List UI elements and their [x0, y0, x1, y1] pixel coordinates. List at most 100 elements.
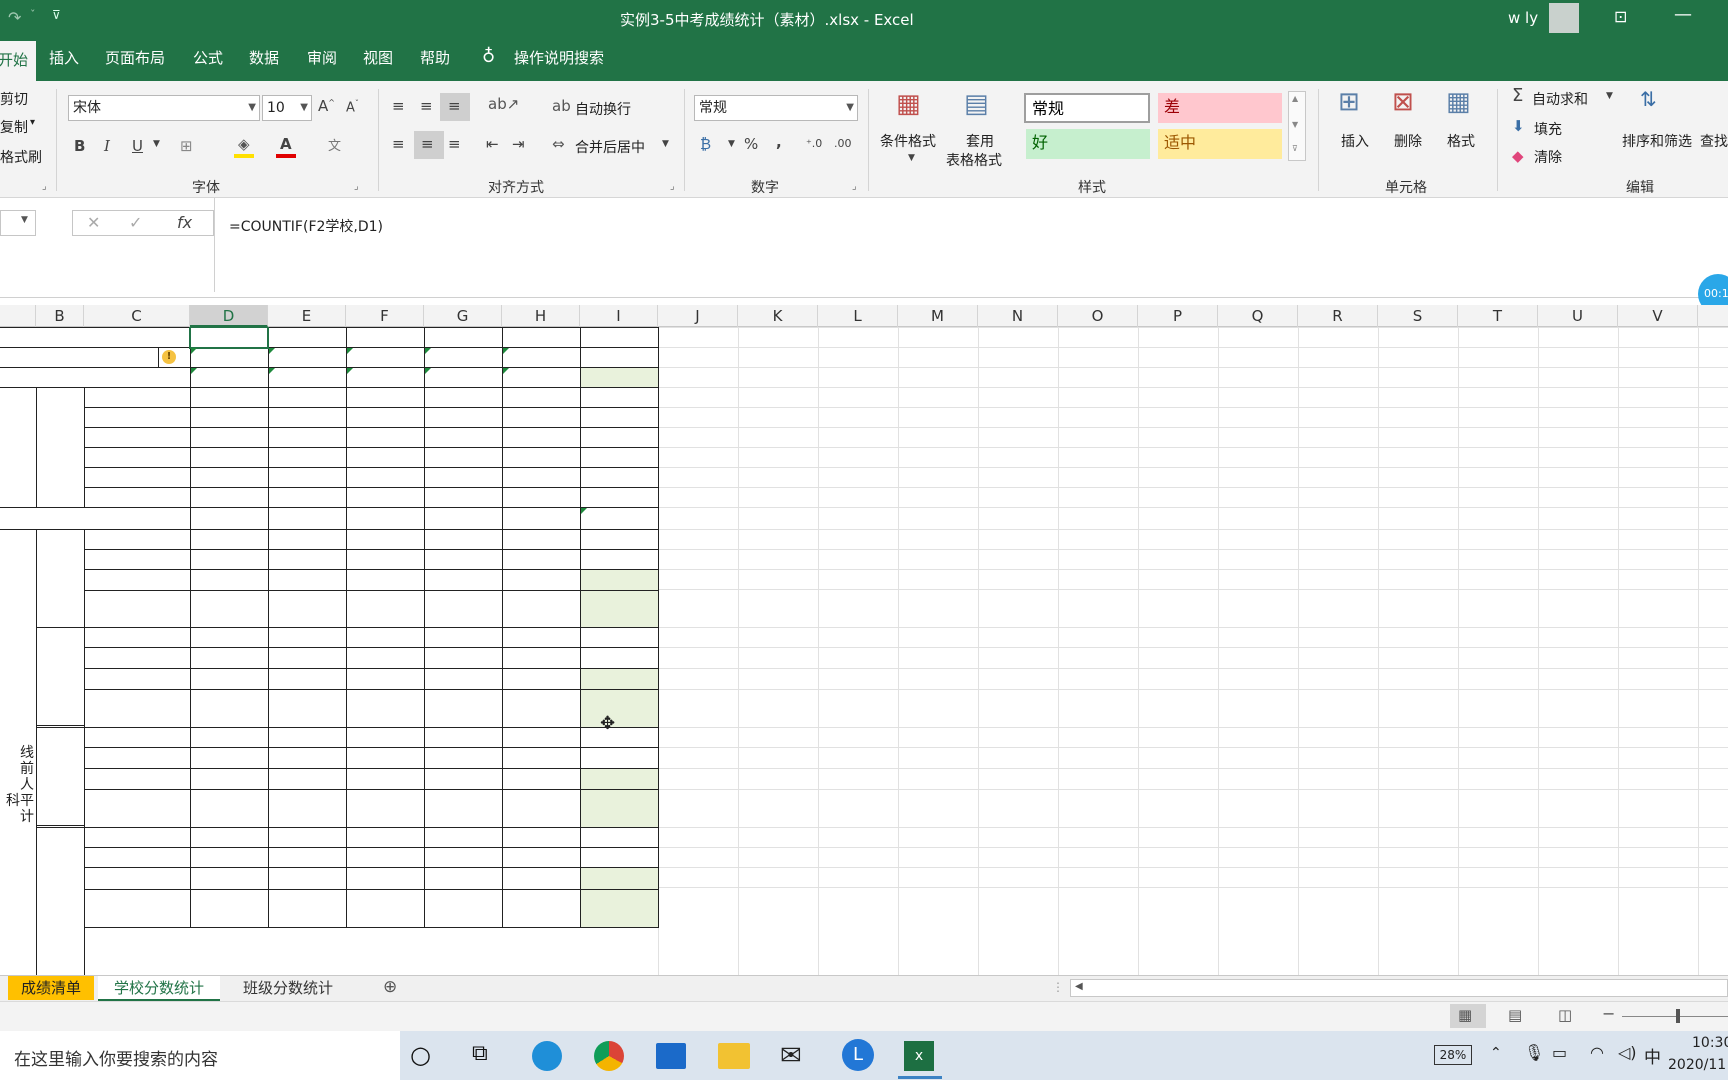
total-value-cell[interactable] — [580, 507, 659, 530]
chrome-icon[interactable] — [594, 1041, 624, 1071]
rank-value-cell[interactable] — [268, 427, 347, 448]
subject-value-cell[interactable] — [346, 668, 425, 690]
rank-value-cell[interactable] — [190, 447, 269, 468]
decrease-font-icon[interactable]: Aˇ — [346, 99, 359, 115]
subject-value-cell[interactable] — [424, 889, 503, 928]
align-left-icon[interactable]: ≡ — [392, 135, 405, 153]
subject-value-cell[interactable] — [424, 789, 503, 828]
subject-value-cell[interactable] — [346, 827, 425, 848]
power-icon[interactable]: ▭ — [1552, 1043, 1567, 1062]
subject-value-cell[interactable] — [268, 689, 347, 728]
sheet-tab[interactable]: 成绩清单 — [8, 976, 94, 1000]
dialog-launcher-icon[interactable]: ⌟ — [852, 181, 857, 192]
font-size-combo[interactable]: 10 ▼ — [262, 95, 312, 121]
format-painter-button[interactable]: 格式刷 — [0, 147, 42, 167]
subject-value-cell[interactable] — [502, 889, 581, 928]
tab-formulas[interactable]: 公式 — [193, 36, 223, 81]
rank-value-cell[interactable] — [424, 467, 503, 488]
chevron-down-icon[interactable]: ▼ — [1606, 91, 1613, 101]
dialog-launcher-icon[interactable]: ⌟ — [354, 181, 359, 192]
subject-row-label[interactable] — [84, 549, 191, 570]
insert-cells-button[interactable]: 插入 — [1341, 131, 1369, 151]
rank-label-cell[interactable] — [84, 487, 191, 508]
subject-value-cell[interactable] — [190, 668, 269, 690]
count-cell[interactable] — [346, 347, 425, 368]
subject-value-cell[interactable] — [502, 727, 581, 748]
subject-value-cell[interactable] — [580, 747, 659, 769]
total-value-cell[interactable] — [190, 507, 269, 530]
subject-value-cell[interactable] — [424, 647, 503, 669]
format-table-button-line2[interactable]: 表格格式 — [946, 150, 1002, 170]
subject-value-cell[interactable] — [502, 529, 581, 550]
cut-button[interactable]: 剪切 — [0, 89, 28, 109]
subject-value-cell[interactable] — [502, 747, 581, 769]
rank-value-cell[interactable] — [502, 467, 581, 488]
conditional-format-button[interactable]: 条件格式 — [880, 131, 936, 151]
subject-value-cell[interactable] — [346, 768, 425, 790]
copy-button[interactable]: 复制 — [0, 117, 28, 137]
name-box[interactable]: ▼ — [0, 210, 36, 236]
rank-value-cell[interactable] — [346, 427, 425, 448]
rank-value-cell[interactable] — [268, 467, 347, 488]
subject-value-cell[interactable] — [190, 827, 269, 848]
redo-icon[interactable]: ↷ — [8, 8, 21, 27]
subject-value-cell[interactable] — [190, 529, 269, 550]
sort-filter-button[interactable]: 排序和筛选 — [1622, 131, 1692, 151]
merge-center-button[interactable]: 合并后居中 — [575, 137, 645, 157]
subject-value-cell[interactable] — [580, 549, 659, 570]
wrap-text-button[interactable]: 自动换行 — [575, 99, 631, 119]
subject-value-cell[interactable] — [502, 647, 581, 669]
subject-row-label[interactable] — [84, 768, 191, 790]
subject-value-cell[interactable] — [580, 847, 659, 868]
edge-icon[interactable] — [532, 1041, 562, 1071]
subject-row-label[interactable] — [84, 847, 191, 868]
subject-value-cell[interactable] — [502, 668, 581, 690]
subject-value-cell[interactable] — [190, 789, 269, 828]
increase-font-icon[interactable]: A^ — [318, 97, 335, 115]
warning-icon[interactable]: ! — [162, 350, 176, 364]
align-right-icon[interactable]: ≡ — [448, 135, 461, 153]
underline-icon[interactable]: U — [132, 137, 143, 155]
tab-help[interactable]: 帮助 — [420, 36, 450, 81]
avg-cell[interactable] — [580, 367, 659, 388]
font-name-combo[interactable]: 宋体 ▼ — [68, 95, 260, 121]
subject-value-cell[interactable] — [346, 627, 425, 648]
tab-insert[interactable]: 插入 — [49, 36, 79, 81]
column-header[interactable]: O — [1058, 305, 1138, 327]
count-cell[interactable] — [268, 347, 347, 368]
column-header[interactable]: Q — [1218, 305, 1298, 327]
customize-qat-icon[interactable]: ⊽ — [52, 8, 61, 22]
rank-value-cell[interactable] — [346, 467, 425, 488]
zoom-slider[interactable] — [1622, 1016, 1728, 1017]
clock-time[interactable]: 10:30 — [1692, 1035, 1728, 1051]
column-header[interactable]: U — [1538, 305, 1618, 327]
enter-icon[interactable]: ✓ — [129, 213, 142, 232]
rank-value-cell[interactable] — [580, 487, 659, 508]
volume-icon[interactable]: ◁) — [1618, 1043, 1637, 1062]
subject-value-cell[interactable] — [268, 647, 347, 669]
subject-row-label[interactable] — [84, 569, 191, 591]
subject-row-label[interactable] — [84, 647, 191, 669]
subject-value-cell[interactable] — [424, 827, 503, 848]
subject-cell[interactable] — [36, 727, 85, 826]
subject-row-label[interactable] — [84, 827, 191, 848]
rank-value-cell[interactable] — [502, 387, 581, 408]
rank-value-cell[interactable] — [502, 447, 581, 468]
rank-value-cell[interactable] — [502, 427, 581, 448]
total-value-cell[interactable] — [502, 507, 581, 530]
subject-row-label[interactable] — [84, 889, 191, 928]
subject-value-cell[interactable] — [346, 549, 425, 570]
column-header[interactable]: S — [1378, 305, 1458, 327]
subject-value-cell[interactable] — [502, 549, 581, 570]
style-neutral[interactable]: 适中 — [1158, 129, 1282, 159]
align-middle-icon[interactable]: ≡ — [420, 97, 433, 115]
subject-value-cell[interactable] — [268, 747, 347, 769]
subject-value-cell[interactable] — [502, 827, 581, 848]
subject-value-cell[interactable] — [424, 847, 503, 868]
percent-button[interactable]: % — [744, 135, 758, 153]
rank-value-cell[interactable] — [190, 387, 269, 408]
rank-value-cell[interactable] — [502, 407, 581, 428]
app-icon[interactable]: L — [842, 1039, 874, 1071]
total-label-cell[interactable] — [0, 507, 191, 530]
subject-value-cell[interactable] — [268, 569, 347, 591]
